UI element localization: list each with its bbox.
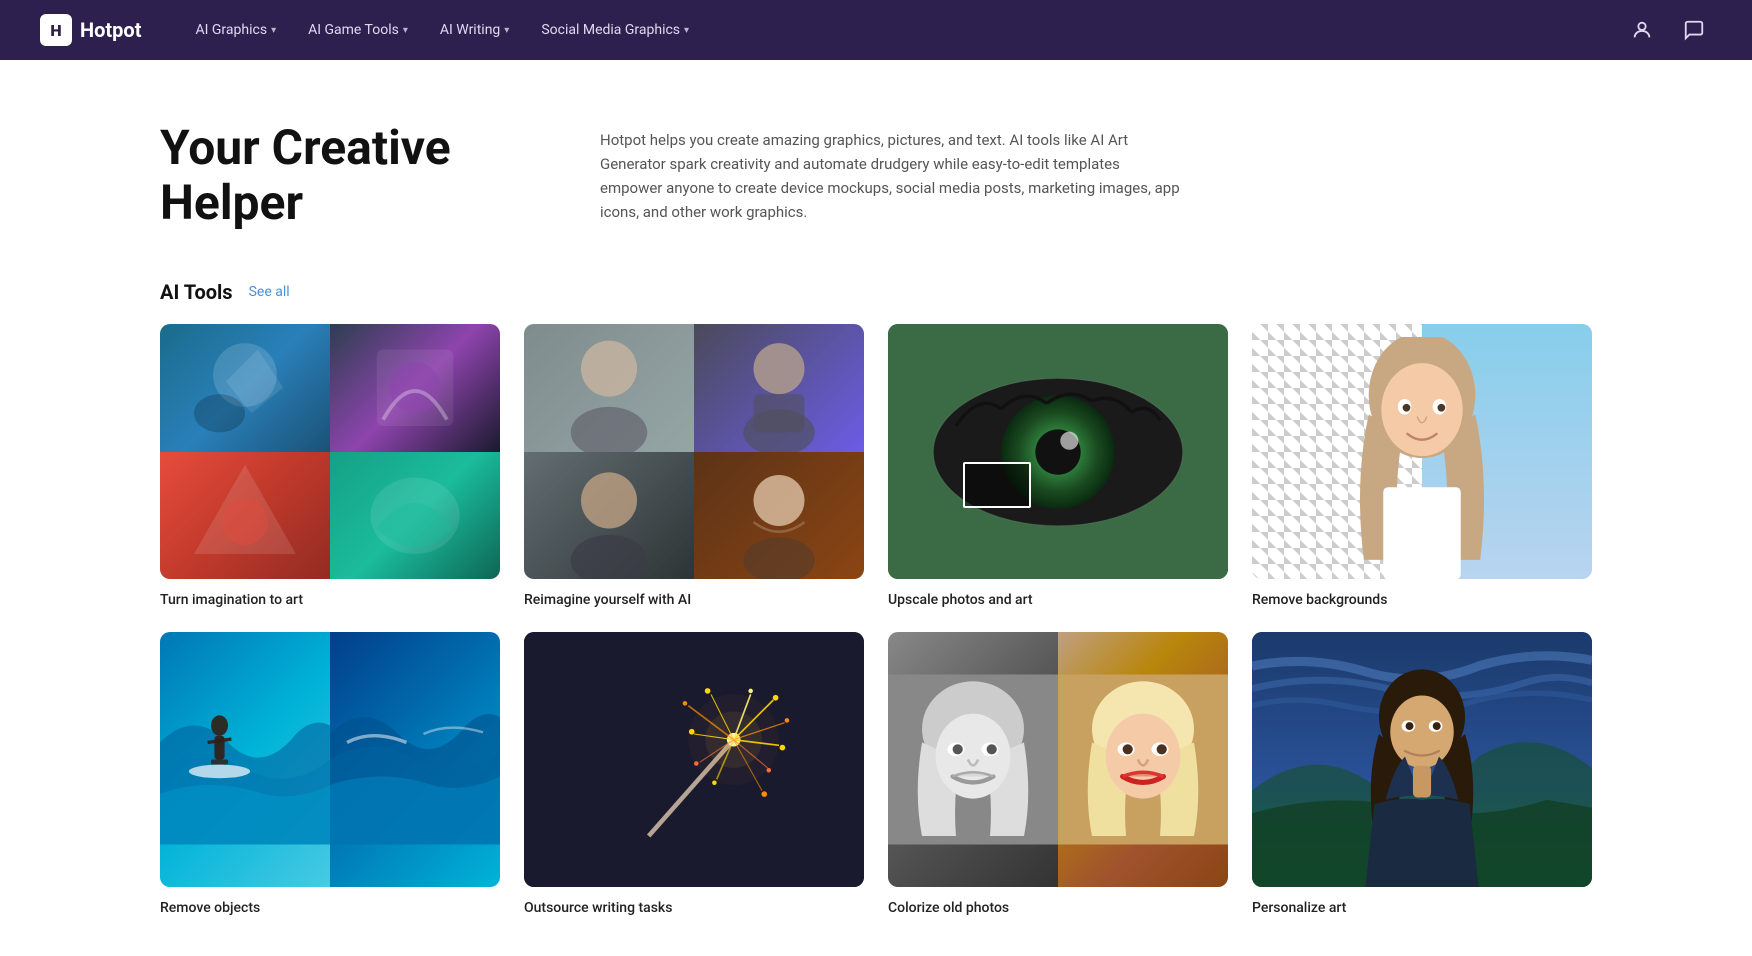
tool-label-turn-imagination: Turn imagination to art <box>160 592 303 608</box>
surfer-cell-left <box>160 632 330 887</box>
remove-objects-grid <box>160 632 500 887</box>
portrait-cell-3 <box>524 452 694 580</box>
tool-card-remove-bg[interactable]: Remove backgrounds <box>1252 324 1592 608</box>
colorize-grid <box>888 632 1228 887</box>
art-cell-2 <box>330 324 500 452</box>
tool-image-upscale <box>888 324 1228 579</box>
art-cell-1 <box>160 324 330 452</box>
chevron-down-icon: ▾ <box>403 25 408 36</box>
tool-label-personalize: Personalize art <box>1252 900 1346 916</box>
page-title: Your Creative Helper <box>160 120 540 230</box>
navigation: H Hotpot AI Graphics ▾ AI Game Tools ▾ A… <box>0 0 1752 60</box>
nav-item-social-media[interactable]: Social Media Graphics ▾ <box>527 14 703 46</box>
color-photo <box>1058 632 1228 887</box>
tool-label-writing: Outsource writing tasks <box>524 900 672 916</box>
nav-label-ai-graphics: AI Graphics <box>195 22 267 38</box>
tool-card-writing[interactable]: Outsource writing tasks <box>524 632 864 916</box>
section-title: AI Tools <box>160 280 233 304</box>
chat-button[interactable] <box>1676 12 1712 48</box>
tool-label-upscale: Upscale photos and art <box>888 592 1033 608</box>
tool-card-colorize[interactable]: Colorize old photos <box>888 632 1228 916</box>
tool-card-remove-objects[interactable]: Remove objects <box>160 632 500 916</box>
nav-item-ai-writing[interactable]: AI Writing ▾ <box>426 14 523 46</box>
nav-right <box>1624 12 1712 48</box>
brand-name: Hotpot <box>80 18 141 42</box>
tool-image-writing <box>524 632 864 887</box>
remove-bg-container <box>1252 324 1592 579</box>
tool-image-turn-imagination <box>160 324 500 579</box>
logo-icon: H <box>40 14 72 46</box>
tool-label-remove-objects: Remove objects <box>160 900 260 916</box>
ai-tools-section: AI Tools See all <box>0 270 1752 956</box>
tool-label-reimagine: Reimagine yourself with AI <box>524 592 691 608</box>
nav-label-ai-writing: AI Writing <box>440 22 500 38</box>
tool-image-reimagine <box>524 324 864 579</box>
chevron-down-icon: ▾ <box>271 25 276 36</box>
bw-photo <box>888 632 1058 887</box>
ocean-cell-right <box>330 632 500 887</box>
writing-bg <box>524 632 864 887</box>
hero-section: Your Creative Helper Hotpot helps you cr… <box>0 60 1752 270</box>
user-account-button[interactable] <box>1624 12 1660 48</box>
section-header: AI Tools See all <box>160 280 1592 304</box>
brand-logo[interactable]: H Hotpot <box>40 14 141 46</box>
hero-description: Hotpot helps you create amazing graphics… <box>600 120 1180 224</box>
upscale-comparison-box <box>963 462 1031 508</box>
chevron-down-icon: ▾ <box>504 25 509 36</box>
nav-item-ai-graphics[interactable]: AI Graphics ▾ <box>181 14 290 46</box>
portrait-cell-4 <box>694 452 864 580</box>
portrait-cell-1 <box>524 324 694 452</box>
tool-image-remove-bg <box>1252 324 1592 579</box>
nav-label-social-media: Social Media Graphics <box>541 22 680 38</box>
chevron-down-icon: ▾ <box>684 25 689 36</box>
personalize-bg <box>1252 632 1592 887</box>
tool-card-reimagine[interactable]: Reimagine yourself with AI <box>524 324 864 608</box>
tool-card-turn-imagination[interactable]: Turn imagination to art <box>160 324 500 608</box>
art-cell-3 <box>160 452 330 580</box>
tool-card-upscale[interactable]: Upscale photos and art <box>888 324 1228 608</box>
tool-image-personalize <box>1252 632 1592 887</box>
tool-image-remove-objects <box>160 632 500 887</box>
tool-image-colorize <box>888 632 1228 887</box>
nav-links: AI Graphics ▾ AI Game Tools ▾ AI Writing… <box>181 14 1624 46</box>
tool-label-colorize: Colorize old photos <box>888 900 1009 916</box>
tool-label-remove-bg: Remove backgrounds <box>1252 592 1387 608</box>
tool-card-personalize[interactable]: Personalize art <box>1252 632 1592 916</box>
tool-grid: Turn imagination to art <box>160 324 1592 916</box>
see-all-link[interactable]: See all <box>249 284 290 300</box>
art-cell-4 <box>330 452 500 580</box>
portrait-cell-2 <box>694 324 864 452</box>
upscale-bg <box>888 324 1228 579</box>
nav-item-ai-game-tools[interactable]: AI Game Tools ▾ <box>294 14 422 46</box>
nav-label-ai-game-tools: AI Game Tools <box>308 22 399 38</box>
